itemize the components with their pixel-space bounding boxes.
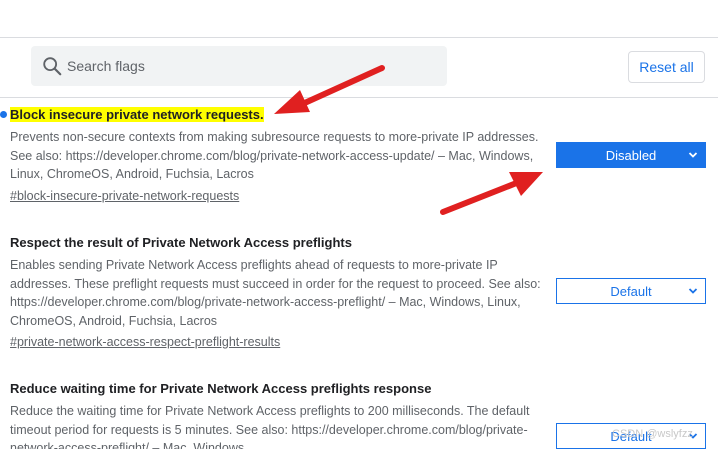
flag-item-respect-preflight: Respect the result of Private Network Ac… xyxy=(10,234,550,351)
flag-select-respect-preflight[interactable]: Default xyxy=(556,278,706,304)
flag-description: Reduce the waiting time for Private Netw… xyxy=(10,404,530,449)
flag-select-block-insecure[interactable]: Disabled xyxy=(556,142,706,168)
select-value: Disabled xyxy=(605,147,657,163)
annotation-arrow-icon xyxy=(440,172,543,215)
chevron-down-icon xyxy=(688,152,698,158)
flag-item-reduce-waiting: Reduce waiting time for Private Network … xyxy=(10,380,550,449)
top-bar xyxy=(0,0,718,38)
annotation-arrow-icon xyxy=(274,65,385,114)
flag-description: Enables sending Private Network Access p… xyxy=(10,258,541,328)
reset-all-button[interactable]: Reset all xyxy=(628,51,705,83)
flag-title: Respect the result of Private Network Ac… xyxy=(10,235,352,250)
modified-indicator-dot xyxy=(0,111,7,118)
watermark-text: CSDN @wslyfzz xyxy=(612,428,693,440)
flag-anchor-link[interactable]: #block-insecure-private-network-requests xyxy=(10,187,239,205)
flag-title: Reduce waiting time for Private Network … xyxy=(10,381,432,396)
search-icon xyxy=(43,57,62,76)
select-value: Default xyxy=(610,283,652,299)
chevron-down-icon xyxy=(688,288,698,294)
flag-anchor-link[interactable]: #private-network-access-respect-prefligh… xyxy=(10,333,280,351)
